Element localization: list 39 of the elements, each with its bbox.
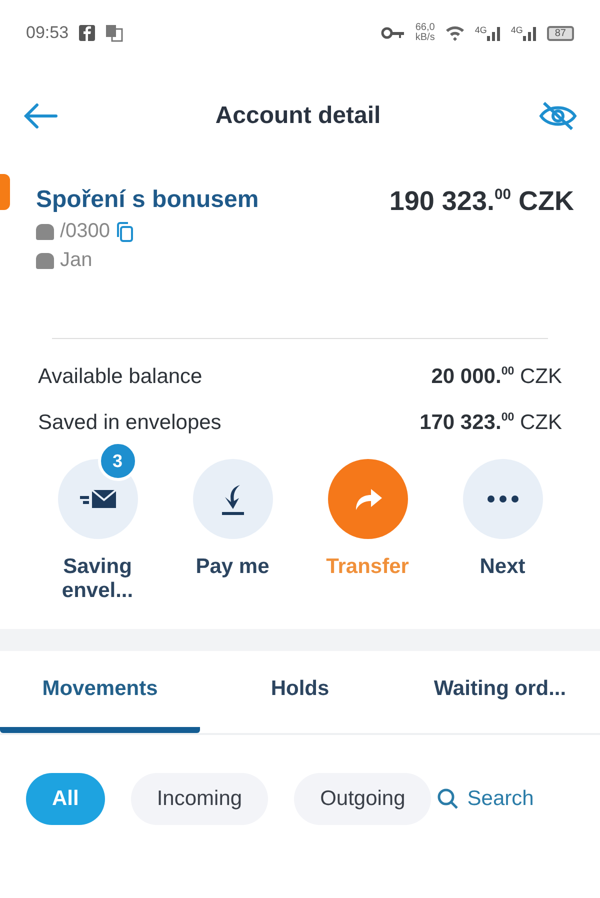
balance-amount: 170 323.$^{00}$ CZK bbox=[420, 411, 562, 435]
account-balance: 190 323.$^{00}$ CZK bbox=[389, 186, 574, 218]
wifi-icon bbox=[444, 25, 465, 41]
status-time: 09:53 bbox=[26, 23, 69, 43]
account-marker bbox=[0, 174, 10, 210]
tab[interactable]: Holds bbox=[200, 651, 400, 733]
screen-title: Account detail bbox=[214, 102, 382, 130]
redacted-mark bbox=[36, 224, 54, 240]
action-button[interactable]: Next bbox=[448, 439, 558, 629]
back-arrow-icon[interactable] bbox=[22, 102, 58, 130]
battery-indicator: 87 bbox=[546, 26, 574, 40]
balance-label: Available balance bbox=[38, 365, 202, 389]
account-name: Spoření s bonusem bbox=[36, 186, 260, 214]
balance-amount: 20 000.$^{00}$ CZK bbox=[431, 365, 562, 389]
network-type: 4G bbox=[510, 25, 523, 35]
signal-icon bbox=[486, 25, 501, 41]
account-number: /0300 bbox=[60, 220, 110, 243]
signal-icon bbox=[522, 25, 537, 41]
redacted-mark bbox=[36, 252, 54, 268]
action-button[interactable]: 3 Saving envel... bbox=[42, 439, 152, 629]
hide-eye-icon[interactable] bbox=[538, 100, 578, 132]
copy-icon[interactable] bbox=[116, 222, 134, 242]
network-speed: 66,0 bbox=[415, 23, 435, 33]
facebook-icon bbox=[78, 25, 95, 41]
filter-chip[interactable]: Incoming bbox=[130, 773, 268, 825]
tab[interactable]: Waiting ord... bbox=[400, 651, 600, 733]
more-icon bbox=[486, 495, 518, 503]
filter-chip[interactable]: Outgoing bbox=[294, 773, 432, 825]
account-owner: Jan bbox=[60, 249, 92, 272]
tab[interactable]: Movements bbox=[0, 651, 200, 733]
count-badge: 3 bbox=[98, 441, 138, 481]
balance-label: Saved in envelopes bbox=[38, 411, 222, 435]
search-icon bbox=[437, 788, 460, 810]
translate-icon bbox=[104, 24, 123, 42]
network-type: 4G bbox=[474, 25, 487, 35]
action-button[interactable]: Pay me bbox=[178, 439, 288, 629]
search-button[interactable]: Search bbox=[437, 787, 534, 811]
key-icon bbox=[381, 27, 406, 39]
network-unit: kB/s bbox=[415, 33, 435, 43]
